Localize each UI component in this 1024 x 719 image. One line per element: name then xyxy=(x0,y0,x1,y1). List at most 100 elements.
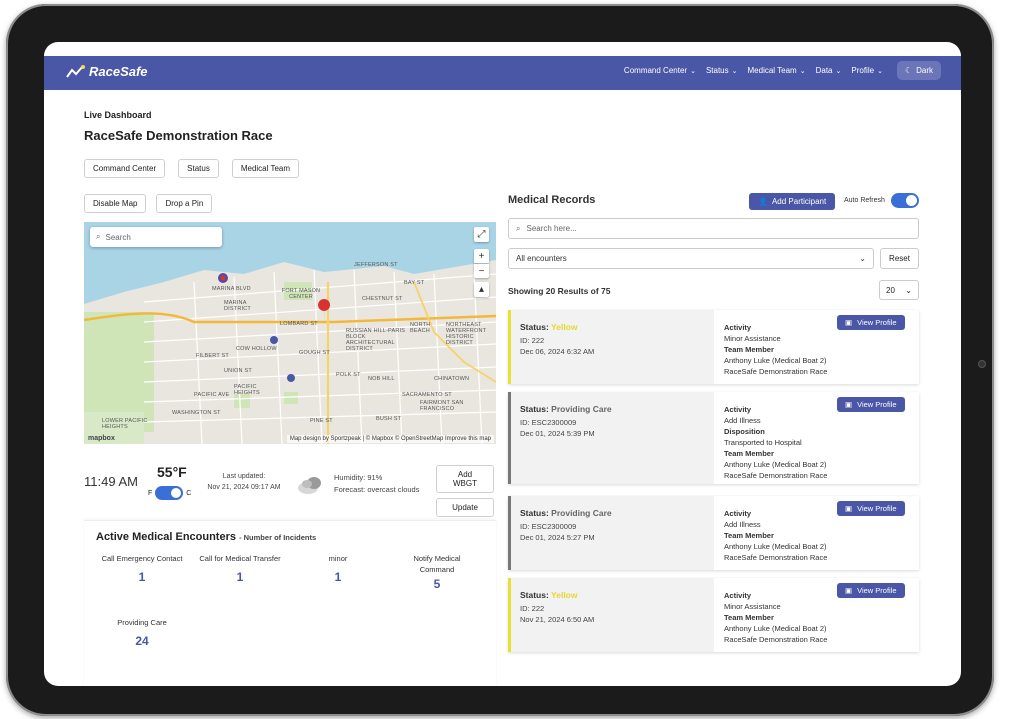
record-id: ID: 222 xyxy=(520,604,545,613)
fullscreen-icon[interactable]: ⤢ xyxy=(474,227,489,242)
drop-pin-button[interactable]: Drop a Pin xyxy=(156,194,213,213)
detail-value: Anthony Luke (Medical Boat 2) xyxy=(724,460,827,469)
detail-heading: Team Member xyxy=(724,449,774,458)
cloud-icon xyxy=(298,477,321,494)
encounter-filter-value: All encounters xyxy=(516,254,567,263)
map-label: Chestnut St xyxy=(362,296,403,302)
detail-heading: Team Member xyxy=(724,345,774,354)
chevron-down-icon: ⌄ xyxy=(859,254,866,263)
nav-command-center[interactable]: Command Center ⌄ xyxy=(624,66,696,75)
update-button[interactable]: Update xyxy=(436,498,494,517)
detail-heading: Team Member xyxy=(724,531,774,540)
encounter-label: Notify Medical Command xyxy=(413,554,461,574)
top-navbar: RaceSafe Command Center ⌄ Status ⌄ Medical… xyxy=(44,56,961,90)
zoom-out-button[interactable]: − xyxy=(474,264,489,278)
encounter-stat[interactable]: Notify Medical Command 5 xyxy=(389,553,485,591)
map-label: Washington St xyxy=(172,410,221,416)
tablet-frame: RaceSafe Command Center ⌄ Status ⌄ Medical… xyxy=(6,4,994,716)
encounter-label: Providing Care xyxy=(117,618,167,627)
nav-label: Profile xyxy=(851,66,875,75)
medical-team-button[interactable]: Medical Team xyxy=(231,159,300,178)
add-participant-label: Add Participant xyxy=(771,197,827,206)
unit-c-label: C xyxy=(186,489,192,497)
status-button[interactable]: Status xyxy=(178,159,219,178)
record-status: Status: Providing Care xyxy=(520,508,714,518)
detail-value: RaceSafe Demonstration Race xyxy=(724,471,828,480)
encounter-label: minor xyxy=(328,554,348,563)
command-center-button[interactable]: Command Center xyxy=(84,159,166,178)
add-user-icon: 👤 xyxy=(758,197,768,206)
map-label: Fairmont San Francisco xyxy=(420,400,464,412)
map-label: Sacramento St xyxy=(402,392,452,398)
nav-status[interactable]: Status ⌄ xyxy=(706,66,738,75)
dark-mode-button[interactable]: ☾ Dark xyxy=(896,61,941,80)
view-profile-label: View Profile xyxy=(857,504,897,513)
nav-profile[interactable]: Profile ⌄ xyxy=(851,66,883,75)
nav-label: Command Center xyxy=(623,66,688,75)
chevron-down-icon: ⌄ xyxy=(835,67,842,75)
detail-value: Anthony Luke (Medical Boat 2) xyxy=(724,542,827,551)
reset-button[interactable]: Reset xyxy=(880,248,919,269)
record-card[interactable]: Status: Yellow ID: 222 Nov 21, 2024 6:50 A… xyxy=(508,578,919,652)
nav-menu: Command Center ⌄ Status ⌄ Medical Team ⌄ Da… xyxy=(624,61,941,80)
map-attribution[interactable]: Map design by Sportzpeak | © Mapbox © Op… xyxy=(286,435,494,443)
page-size-value: 20 xyxy=(886,285,895,295)
nav-data[interactable]: Data ⌄ xyxy=(816,66,842,75)
record-status: Status: Providing Care xyxy=(520,404,714,414)
add-participant-button[interactable]: 👤 Add Participant xyxy=(749,193,836,210)
map-search-placeholder: Search xyxy=(105,232,131,242)
mapbox-logo: mapbox xyxy=(88,435,115,442)
current-temp: 55°F xyxy=(157,464,187,480)
last-updated-label: Last updated: xyxy=(222,473,266,480)
breadcrumb: Live Dashboard xyxy=(84,110,152,120)
detail-value: Anthony Luke (Medical Boat 2) xyxy=(724,356,827,365)
compass-icon[interactable]: ▴ xyxy=(474,282,489,297)
encounter-stat[interactable]: minor 1 xyxy=(290,553,386,584)
chevron-down-icon: ⌄ xyxy=(877,67,883,75)
detail-value: Add Illness xyxy=(724,520,761,529)
status-value: Yellow xyxy=(551,322,578,332)
view-profile-button[interactable]: ▣ View Profile xyxy=(837,583,905,598)
race-map[interactable]: Jefferson St Bay St Marina Blvd Fort Mas… xyxy=(84,222,496,444)
brand-logo[interactable]: RaceSafe xyxy=(66,64,148,79)
view-profile-button[interactable]: ▣ View Profile xyxy=(837,397,905,412)
record-summary: Status: Providing Care ID: ESC2300009 Dec … xyxy=(508,392,714,484)
temp-unit-toggle[interactable] xyxy=(155,486,184,500)
view-profile-button[interactable]: ▣ View Profile xyxy=(837,315,905,330)
current-time: 11:49 AM xyxy=(84,474,138,489)
encounter-stat[interactable]: Call Emergency Contact 1 xyxy=(94,553,190,584)
zoom-in-button[interactable]: + xyxy=(474,249,489,263)
map-label: Gough St xyxy=(299,350,330,356)
record-summary: Status: Yellow ID: 222 Dec 06, 2024 6:32 A… xyxy=(508,310,714,384)
encounters-title-text: Active Medical Encounters xyxy=(96,531,236,543)
map-search-input[interactable]: ⌕ Search xyxy=(90,227,222,247)
record-card[interactable]: Status: Providing Care ID: ESC2300009 Dec … xyxy=(508,392,919,484)
encounter-value: 24 xyxy=(135,634,149,648)
disable-map-button[interactable]: Disable Map xyxy=(84,194,147,213)
id-card-icon: ▣ xyxy=(845,400,853,409)
encounter-filter-select[interactable]: All encounters ⌄ xyxy=(508,248,874,269)
status-label: Status: xyxy=(520,322,552,332)
encounter-stat[interactable]: Providing Care 24 xyxy=(94,617,190,648)
active-encounters-panel: Active Medical Encounters - Number of In… xyxy=(84,520,496,686)
chevron-down-icon: ⌄ xyxy=(731,67,738,75)
encounters-subtitle: - Number of Incidents xyxy=(239,533,317,542)
records-search-input[interactable]: ⌕ Search here... xyxy=(508,218,919,239)
chevron-down-icon: ⌄ xyxy=(690,67,696,75)
encounter-stat[interactable]: Call for Medical Transfer 1 xyxy=(192,553,288,584)
map-label: RUSSIAN HILL-PARIS BLOCK ARCHITECTURAL D… xyxy=(346,328,406,352)
brand-name: RaceSafe xyxy=(89,64,148,79)
last-updated-value: Nov 21, 2024 09:17 AM xyxy=(207,484,281,491)
record-card[interactable]: Status: Yellow ID: 222 Dec 06, 2024 6:32 A… xyxy=(508,310,919,384)
record-summary: Status: Providing Care ID: ESC2300009 Dec … xyxy=(508,496,714,570)
weather-details: Humidity: 91% Forecast: overcast clouds xyxy=(334,472,419,496)
status-label: Status: xyxy=(520,590,552,600)
record-card[interactable]: Status: Providing Care ID: ESC2300009 Dec … xyxy=(508,496,919,570)
auto-refresh-toggle[interactable] xyxy=(891,193,919,208)
map-label: LOWER PACIFIC HEIGHTS xyxy=(102,418,148,430)
view-profile-button[interactable]: ▣ View Profile xyxy=(837,501,905,516)
add-wbgt-button[interactable]: Add WBGT xyxy=(436,465,494,493)
page-size-select[interactable]: 20 ⌄ xyxy=(879,280,919,300)
map-label: Marina Blvd xyxy=(212,286,251,292)
nav-medical-team[interactable]: Medical Team ⌄ xyxy=(748,66,806,75)
